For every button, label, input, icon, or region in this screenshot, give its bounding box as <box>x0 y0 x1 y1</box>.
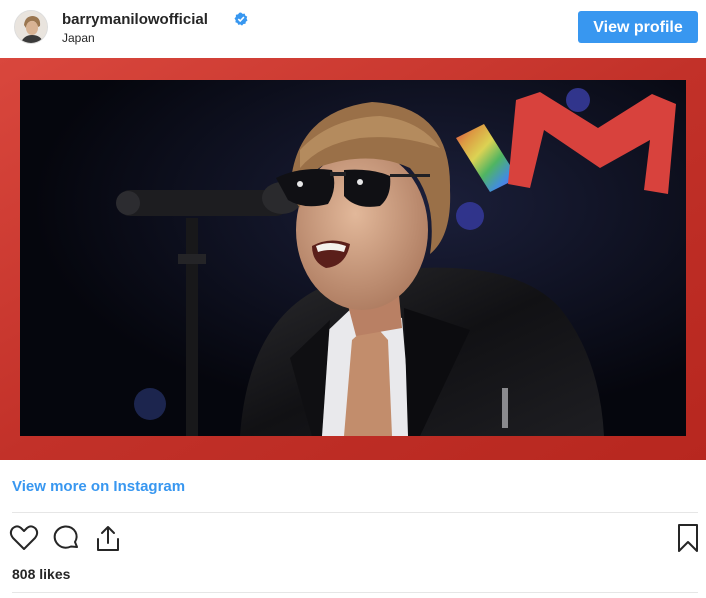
location[interactable]: Japan <box>62 31 95 45</box>
bottom-divider <box>12 592 698 593</box>
avatar[interactable] <box>14 10 48 44</box>
heart-icon[interactable] <box>8 522 40 554</box>
divider <box>12 512 698 513</box>
bookmark-icon[interactable] <box>672 522 704 554</box>
post-header: barrymanilowofficial Japan View profile <box>0 0 706 58</box>
view-more-link[interactable]: View more on Instagram <box>12 478 185 495</box>
post-image[interactable] <box>0 58 706 460</box>
verified-badge-icon <box>234 12 248 26</box>
share-icon[interactable] <box>92 522 124 554</box>
likes-count[interactable]: 808 likes <box>12 566 70 582</box>
view-profile-button[interactable]: View profile <box>578 11 698 43</box>
username[interactable]: barrymanilowofficial <box>62 11 208 28</box>
action-bar <box>0 522 706 558</box>
concert-photo <box>0 58 706 460</box>
comment-icon[interactable] <box>50 522 82 554</box>
